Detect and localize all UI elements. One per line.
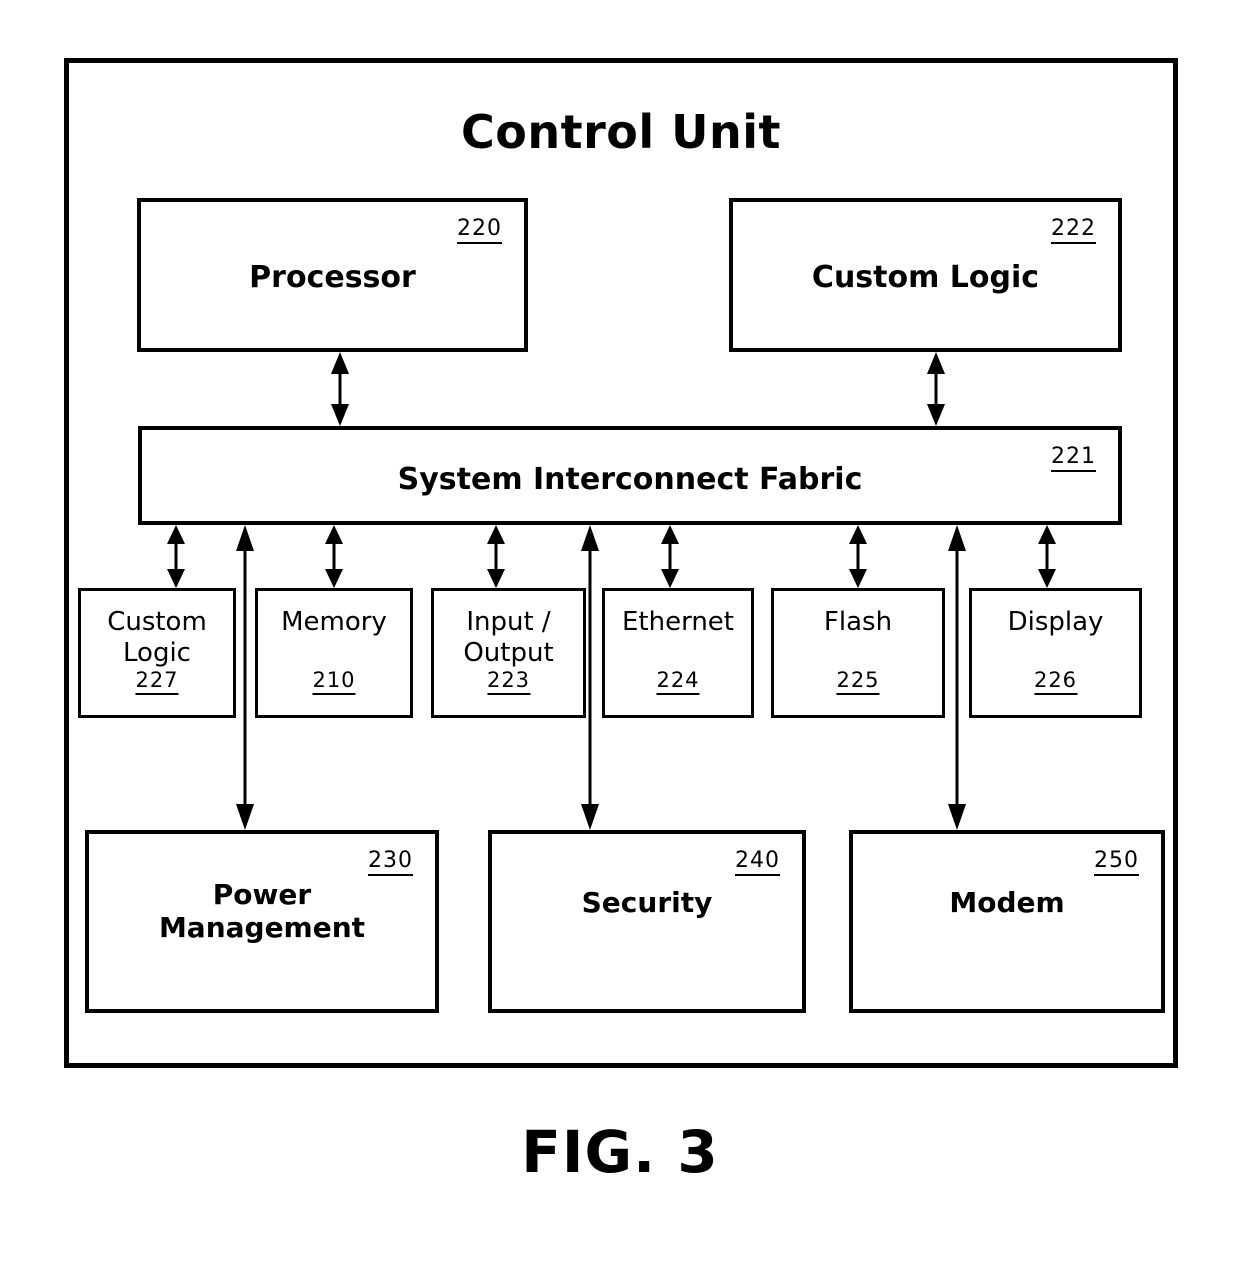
ref-number-222: 222 bbox=[1051, 218, 1096, 244]
arrow-fabric-to-display-226 bbox=[1034, 525, 1060, 588]
block-memory-210: Memory 210 bbox=[255, 588, 413, 718]
block-ethernet-224-label: Ethernet bbox=[622, 607, 734, 637]
control-unit-title: Control Unit bbox=[460, 105, 782, 159]
ref-number-223: 223 bbox=[486, 670, 531, 695]
ref-number-250: 250 bbox=[1094, 850, 1139, 876]
ref-number-227: 227 bbox=[135, 670, 179, 695]
ref-number-210: 210 bbox=[312, 670, 356, 695]
block-flash-225: Flash 225 bbox=[771, 588, 945, 718]
block-modem-250: 250 Modem bbox=[849, 830, 1165, 1013]
block-security-240: 240 Security bbox=[488, 830, 806, 1013]
block-processor: 220 Processor bbox=[137, 198, 528, 352]
ref-number-224: 224 bbox=[656, 670, 700, 695]
block-custom-logic-222: 222 Custom Logic bbox=[729, 198, 1122, 352]
block-display-226: Display 226 bbox=[969, 588, 1142, 718]
figure-caption: FIG. 3 bbox=[521, 1118, 719, 1186]
block-fabric-label: System Interconnect Fabric bbox=[397, 462, 863, 497]
block-power-management-230-label: Power Management bbox=[89, 878, 435, 944]
block-ethernet-224: Ethernet 224 bbox=[602, 588, 754, 718]
block-modem-250-label: Modem bbox=[949, 886, 1065, 919]
block-display-226-label: Display bbox=[1007, 607, 1104, 637]
block-custom-logic-227-label: Custom Logic bbox=[81, 607, 233, 668]
block-input-output-223-line1: Input / bbox=[466, 607, 551, 637]
ref-number-230: 230 bbox=[368, 850, 413, 876]
block-flash-225-label: Flash bbox=[823, 607, 893, 637]
arrow-fabric-to-memory-210 bbox=[321, 525, 347, 588]
patent-figure: Control Unit 220 Processor 222 Custom Lo… bbox=[0, 0, 1240, 1280]
block-custom-logic-227-line1: Custom bbox=[107, 607, 207, 637]
block-input-output-223-label: Input / Output bbox=[434, 607, 583, 668]
ref-number-220: 220 bbox=[457, 218, 502, 244]
block-processor-label: Processor bbox=[249, 260, 416, 295]
arrow-fabric-to-custom-logic-227 bbox=[163, 525, 189, 588]
arrow-custom-logic-222-to-fabric bbox=[923, 352, 949, 426]
block-system-interconnect-fabric: 221 System Interconnect Fabric bbox=[138, 426, 1122, 525]
ref-number-225: 225 bbox=[836, 670, 880, 695]
block-custom-logic-222-label: Custom Logic bbox=[811, 260, 1040, 295]
arrow-fabric-to-modem-250 bbox=[944, 525, 970, 830]
block-power-management-230-line1: Power bbox=[212, 878, 312, 911]
block-input-output-223-line2: Output bbox=[463, 637, 554, 668]
block-power-management-230-line2: Management bbox=[158, 911, 366, 945]
block-input-output-223: Input / Output 223 bbox=[431, 588, 586, 718]
arrow-fabric-to-power-management-230 bbox=[232, 525, 258, 830]
ref-number-240: 240 bbox=[735, 850, 780, 876]
arrow-fabric-to-ethernet-224 bbox=[657, 525, 683, 588]
block-security-240-label: Security bbox=[581, 886, 713, 919]
arrow-fabric-to-flash-225 bbox=[845, 525, 871, 588]
block-power-management-230: 230 Power Management bbox=[85, 830, 439, 1013]
arrow-processor-to-fabric bbox=[327, 352, 353, 426]
arrow-fabric-to-input-output-223 bbox=[483, 525, 509, 588]
block-memory-210-label: Memory bbox=[281, 607, 387, 637]
block-custom-logic-227-line2: Logic bbox=[123, 637, 191, 668]
block-custom-logic-227: Custom Logic 227 bbox=[78, 588, 236, 718]
arrow-fabric-to-security-240 bbox=[577, 525, 603, 830]
ref-number-226: 226 bbox=[1033, 670, 1078, 695]
